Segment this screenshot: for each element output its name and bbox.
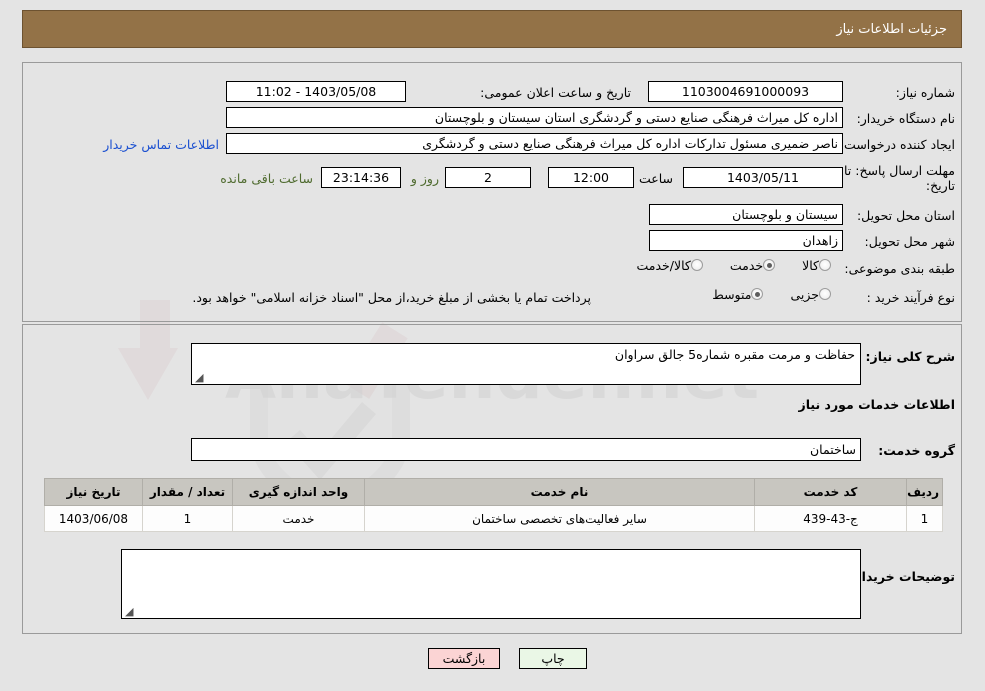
remaining-days-value: 2 (445, 167, 531, 188)
need-number-label: شماره نیاز: (895, 85, 955, 100)
table-cell-unit: خدمت (232, 505, 365, 532)
announcement-datetime-label: تاریخ و ساعت اعلان عمومی: (480, 85, 631, 100)
purchase-process-radio-group[interactable]: جزیی متوسط (690, 287, 836, 302)
table-column-header-4: تعداد / مقدار (142, 478, 233, 506)
buyer-organization-label: نام دستگاه خریدار: (856, 111, 955, 126)
table-cell-qty: 1 (142, 505, 233, 532)
delivery-city-label: شهر محل تحویل: (864, 234, 955, 249)
remaining-time-label: ساعت باقی مانده (220, 171, 313, 186)
radio-dot-icon[interactable] (819, 288, 831, 300)
resize-handle-icon[interactable]: ◣ (195, 371, 205, 384)
remaining-time-value: 23:14:36 (321, 167, 401, 188)
table-cell-date: 1403/06/08 (44, 505, 143, 532)
buyer-organization-value: اداره کل میراث فرهنگی صنایع دستی و گردشگ… (226, 107, 843, 128)
request-creator-label: ایجاد کننده درخواست: (839, 137, 955, 152)
subject-category-label: طبقه بندی موضوعی: (844, 261, 955, 276)
page-header-bar: جزئیات اطلاعات نیاز (22, 10, 962, 48)
subject-category-option-label: خدمت (729, 258, 764, 273)
table-column-header-1: کد خدمت (754, 478, 907, 506)
table-cell-row: 1 (906, 505, 943, 532)
delivery-city-value: زاهدان (649, 230, 843, 251)
subject-category-option-0[interactable]: کالا (802, 258, 836, 273)
general-description-label: شرح کلی نیاز: (865, 349, 955, 364)
table-column-header-5: تاریخ نیاز (44, 478, 143, 506)
purchase-process-option-label: متوسط (712, 287, 752, 302)
deadline-label-line1: مهلت ارسال پاسخ: تا (844, 163, 955, 178)
subject-category-option-label: کالا/خدمت (636, 258, 691, 273)
purchase-process-option-label: جزیی (790, 287, 819, 302)
table-header-row: ردیف کد خدمت نام خدمت واحد اندازه گیری تعداد… (44, 478, 943, 506)
buyer-comments-textarea[interactable]: ◣ (121, 549, 861, 619)
needed-services-table: ردیف کد خدمت نام خدمت واحد اندازه گیری تعداد… (44, 478, 943, 532)
purchase-process-option-0[interactable]: جزیی (790, 287, 836, 302)
payment-note: پرداخت تمام یا بخشی از مبلغ خرید،از محل … (192, 290, 591, 305)
need-summary-panel: شماره نیاز: 1103004691000093 تاریخ و ساع… (22, 62, 962, 322)
general-description-textarea[interactable]: حفاظت و مرمت مقبره شماره5 جالق سراوان ◣ (191, 343, 861, 385)
radio-dot-icon[interactable] (751, 288, 764, 300)
table-cell-code: ج-43-439 (754, 505, 907, 532)
subject-category-option-2[interactable]: کالا/خدمت (636, 258, 707, 273)
subject-category-option-label: کالا (802, 258, 819, 273)
delivery-province-label: استان محل تحویل: (856, 208, 955, 223)
subject-category-option-1[interactable]: خدمت (730, 258, 780, 273)
remaining-days-label: روز و (410, 171, 439, 186)
radio-dot-icon[interactable] (690, 259, 703, 271)
delivery-province-value: سیستان و بلوچستان (649, 204, 843, 225)
table-column-header-0: ردیف (906, 478, 943, 506)
request-creator-value: ناصر ضمیری مسئول تدارکات اداره کل میراث … (226, 133, 843, 154)
radio-dot-icon[interactable] (763, 259, 776, 271)
purchase-process-label: نوع فرآیند خرید : (866, 290, 955, 305)
buyer-comments-label: توضیحات خریدار: (849, 569, 955, 584)
announcement-datetime-value: 1403/05/08 - 11:02 (226, 81, 406, 102)
deadline-label-line2: تاریخ: (925, 178, 955, 193)
table-column-header-2: نام خدمت (364, 478, 755, 506)
table-cell-name: سایر فعالیت‌های تخصصی ساختمان (364, 505, 755, 532)
need-number-value: 1103004691000093 (648, 81, 843, 102)
resize-handle-icon[interactable]: ◣ (125, 605, 135, 618)
print-button[interactable]: چاپ (519, 648, 587, 669)
radio-dot-icon[interactable] (819, 259, 831, 271)
services-info-title: اطلاعات خدمات مورد نیاز (798, 397, 956, 412)
purchase-process-option-1[interactable]: متوسط (712, 287, 768, 302)
deadline-hour-label: ساعت (638, 171, 673, 186)
buyer-contact-info-link[interactable]: اطلاعات تماس خریدار (103, 137, 219, 152)
subject-category-radio-group[interactable]: کالا خدمت کالا/خدمت (614, 258, 836, 273)
deadline-hour-value: 12:00 (548, 167, 634, 188)
deadline-date-value: 1403/05/11 (683, 167, 843, 188)
back-button[interactable]: بازگشت (428, 648, 500, 669)
table-row: 1 ج-43-439 سایر فعالیت‌های تخصصی ساختمان خد… (44, 505, 943, 532)
service-group-value: ساختمان (191, 438, 861, 461)
service-group-label: گروه خدمت: (878, 443, 955, 458)
general-description-value: حفاظت و مرمت مقبره شماره5 جالق سراوان (614, 347, 855, 362)
page-title: جزئیات اطلاعات نیاز (836, 22, 947, 37)
table-column-header-3: واحد اندازه گیری (232, 478, 365, 506)
